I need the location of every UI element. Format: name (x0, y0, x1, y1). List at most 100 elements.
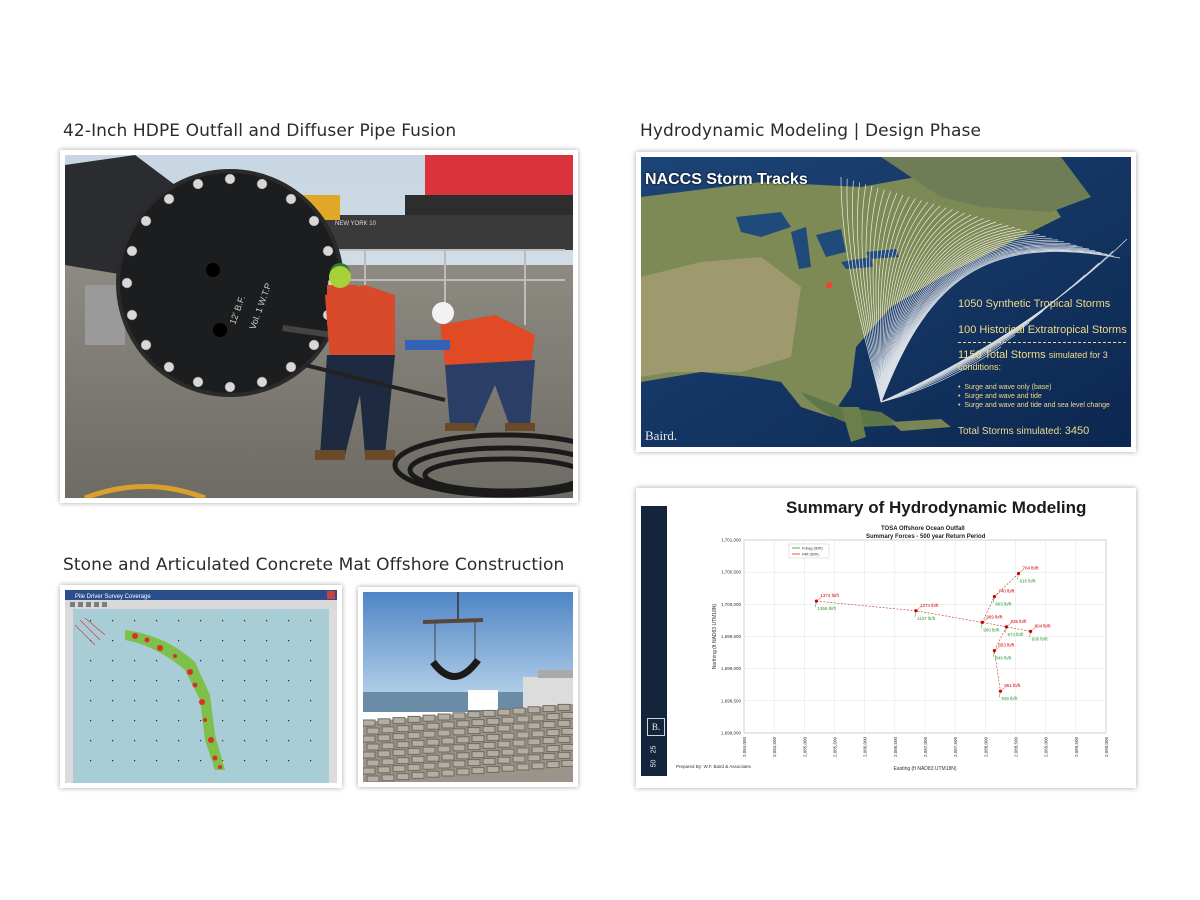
mat-block (363, 735, 376, 743)
grid-marker (112, 740, 114, 742)
grid-marker (288, 680, 290, 682)
grid-marker (90, 680, 92, 682)
drag-value-label: 704 lb/ft (1023, 565, 1040, 570)
grid-marker (310, 740, 312, 742)
grid-marker (244, 760, 246, 762)
mat-block (471, 751, 485, 759)
mat-block (377, 750, 391, 758)
grid-marker (222, 620, 224, 622)
lift-value-label: 863 lb/ft (995, 602, 1012, 607)
conditions-text: conditions: (958, 362, 1002, 372)
condition-bullet-1-text: Surge and wave only (base) (964, 384, 1052, 391)
mat-block (437, 745, 451, 753)
grid-marker (134, 740, 136, 742)
mat-block (456, 768, 470, 776)
x-tick-label: 2,084,500 (772, 737, 777, 758)
mat-block (437, 761, 451, 769)
mat-block (441, 753, 455, 761)
mat-block (516, 763, 530, 771)
mat-block (546, 761, 560, 769)
mat-block (516, 715, 530, 723)
grid-marker (288, 720, 290, 722)
grid-marker (266, 720, 268, 722)
point-marker (1016, 571, 1021, 576)
mat-block (497, 708, 511, 716)
point-marker (998, 689, 1003, 693)
x-tick-label: 2,086,500 (893, 737, 898, 758)
mat-block (561, 727, 573, 735)
grid-marker (244, 700, 246, 702)
grid-marker (112, 640, 114, 642)
mat-block (531, 714, 545, 722)
mat-block (501, 748, 515, 756)
grid-marker (310, 720, 312, 722)
grid-marker (266, 680, 268, 682)
total-simulated-label: Total Storms simulated: (958, 426, 1062, 437)
drag-value-label: 1374 lb/ft (820, 593, 839, 598)
mat-block (516, 731, 530, 739)
mat-block (561, 759, 573, 767)
mat-block (531, 762, 545, 770)
y-tick-label: 1,699,500 (721, 634, 742, 639)
point-marker (992, 595, 996, 599)
grid-marker (112, 760, 114, 762)
total-simulated-value: 3450 (1064, 425, 1090, 437)
mat-block (531, 730, 545, 738)
grid-marker (156, 620, 158, 622)
mat-block (426, 754, 440, 762)
mat-block (456, 720, 470, 728)
mat-block (486, 765, 500, 773)
mat-block (456, 736, 470, 744)
mat-block (542, 721, 556, 729)
y-tick-label: 1,700,500 (721, 570, 742, 575)
grid-marker (134, 700, 136, 702)
grid-marker (244, 720, 246, 722)
grid-marker (156, 680, 158, 682)
mat-block (407, 715, 421, 723)
grid-marker (310, 760, 312, 762)
grid-marker (244, 680, 246, 682)
grid-marker (112, 720, 114, 722)
mat-block (527, 722, 541, 730)
x-axis-label: Easting (ft NAD83 UTM18N) (893, 766, 956, 772)
crane-label-text: NEW YORK 10 (335, 221, 377, 227)
mat-block (381, 726, 395, 734)
mat-block (363, 767, 376, 775)
x-tick-label: 2,086,000 (863, 737, 868, 758)
grid-marker (156, 740, 158, 742)
y-tick-label: 1,698,500 (721, 698, 742, 703)
y-tick-label: 1,698,000 (721, 731, 742, 736)
condition-bullet-3: • Surge and wave and tide and sea level … (958, 402, 1110, 409)
mat-block (497, 724, 511, 732)
mat-block (407, 763, 421, 771)
mat-block (441, 769, 455, 777)
mat-block (396, 741, 410, 749)
mat-block (452, 760, 466, 768)
mat-block (407, 747, 421, 755)
historical-storms-text: 100 Historical Extratropical Storms (958, 324, 1127, 336)
drag-value-label: 740 lb/ft (998, 589, 1015, 594)
grid-marker (112, 680, 114, 682)
grid-marker (156, 720, 158, 722)
mat-block (542, 737, 556, 745)
legend-drag-label: Fdrag (lb/ft) (802, 546, 823, 551)
condition-bullet-1: • Surge and wave only (base) (958, 384, 1052, 391)
hydro-section-title: Hydrodynamic Modeling | Design Phase (640, 121, 982, 141)
grid-marker (222, 720, 224, 722)
y-axis-label: Northing (ft NAD83 UTM18N) (712, 604, 718, 670)
grid-marker (266, 620, 268, 622)
grid-marker (178, 760, 180, 762)
mat-block (467, 711, 481, 719)
window-close-button[interactable] (327, 591, 335, 599)
y-tick-label: 1,699,000 (721, 666, 742, 671)
mat-block (561, 711, 573, 719)
mat-block (381, 774, 395, 782)
grid-marker (288, 760, 290, 762)
mat-block (482, 741, 496, 749)
grid-marker (178, 700, 180, 702)
survey-software-screenshot: Pile Driver Survey Coverage (60, 585, 342, 788)
mat-block (392, 717, 406, 725)
mat-block (366, 743, 380, 751)
mat-block (377, 766, 391, 774)
mat-block (486, 749, 500, 757)
